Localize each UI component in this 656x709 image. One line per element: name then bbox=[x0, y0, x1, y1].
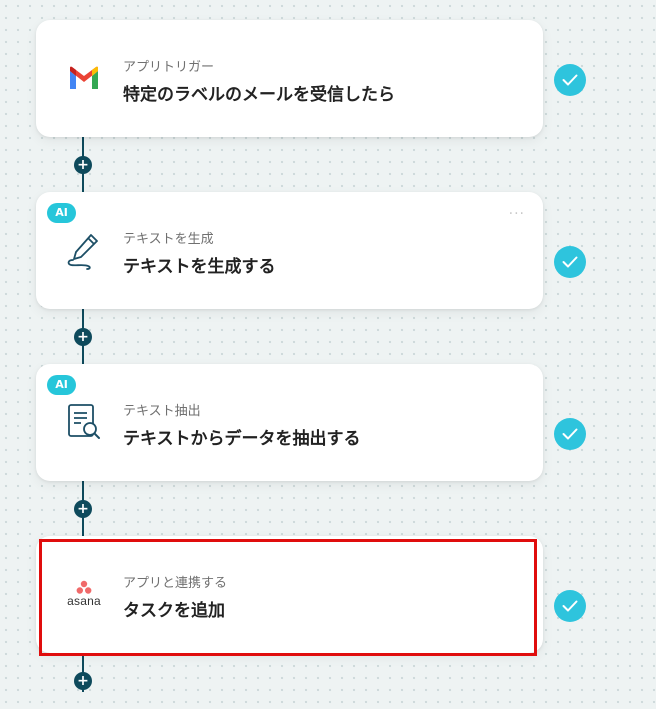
gmail-icon bbox=[62, 56, 106, 100]
asana-icon: asana bbox=[62, 572, 106, 616]
flow-step-card-gmail-trigger[interactable]: アプリトリガー 特定のラベルのメールを受信したら bbox=[36, 20, 543, 137]
document-search-icon bbox=[62, 400, 106, 444]
step-title: 特定のラベルのメールを受信したら bbox=[123, 85, 395, 105]
step-subtitle: アプリトリガー bbox=[123, 60, 215, 75]
step-title: テキストからデータを抽出する bbox=[123, 429, 361, 449]
add-step-button[interactable]: + bbox=[74, 672, 92, 690]
add-step-button[interactable]: + bbox=[74, 328, 92, 346]
check-icon bbox=[554, 246, 586, 278]
flow-step-card-generate-text[interactable]: AI ··· テキストを生成 テキストを生成する bbox=[36, 192, 543, 309]
step-title: テキストを生成する bbox=[123, 257, 276, 277]
step-subtitle: アプリと連携する bbox=[123, 576, 228, 591]
more-options-icon[interactable]: ··· bbox=[509, 206, 525, 222]
ai-badge: AI bbox=[47, 375, 76, 395]
check-icon bbox=[554, 64, 586, 96]
ai-badge: AI bbox=[47, 203, 76, 223]
flow-step-card-extract-text[interactable]: AI テキスト抽出 テキストからデータを抽出する bbox=[36, 364, 543, 481]
flow-step-card-asana-add-task[interactable]: asana アプリと連携する タスクを追加 bbox=[36, 536, 543, 653]
add-step-button[interactable]: + bbox=[74, 500, 92, 518]
step-title: タスクを追加 bbox=[123, 601, 225, 621]
step-subtitle: テキストを生成 bbox=[123, 232, 214, 247]
asana-logo-text: asana bbox=[67, 594, 101, 608]
check-icon bbox=[554, 418, 586, 450]
step-subtitle: テキスト抽出 bbox=[123, 404, 201, 419]
pen-icon bbox=[62, 228, 106, 272]
add-step-button[interactable]: + bbox=[74, 156, 92, 174]
check-icon bbox=[554, 590, 586, 622]
